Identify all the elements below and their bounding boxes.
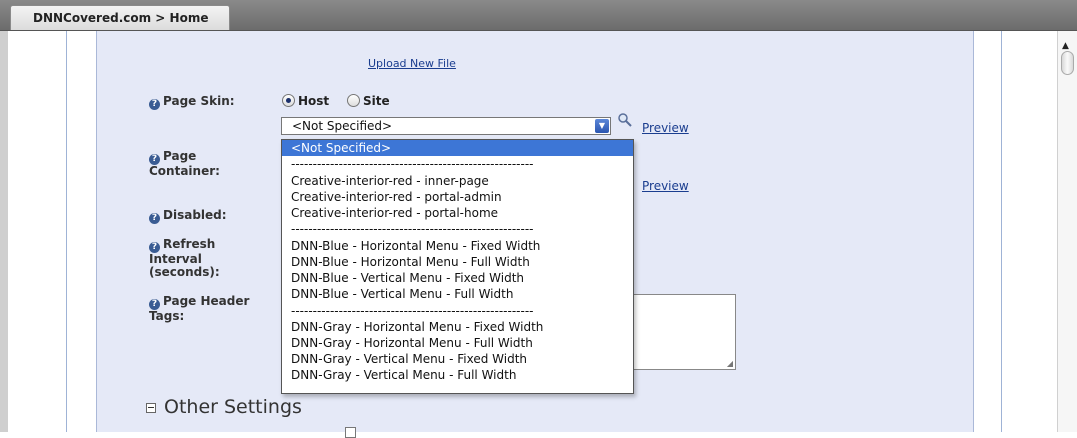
browser-tab[interactable]: DNNCovered.com > Home <box>10 5 230 30</box>
other-settings-title[interactable]: Other Settings <box>164 396 302 418</box>
page-skin-label: ? Page Skin: <box>149 95 235 110</box>
dropdown-option[interactable]: DNN-Gray - Vertical Menu - Fixed Width <box>282 351 633 367</box>
tab-title: DNNCovered.com > Home <box>33 11 209 25</box>
dropdown-option[interactable]: DNN-Blue - Horizontal Menu - Full Width <box>282 254 633 270</box>
collapse-toggle-icon[interactable] <box>146 403 156 413</box>
magnifier-icon[interactable] <box>617 112 633 128</box>
dropdown-separator: ----------------------------------------… <box>291 222 534 236</box>
host-radio-label: Host <box>298 94 330 108</box>
host-radio[interactable] <box>282 94 295 107</box>
dropdown-option[interactable]: DNN-Blue - Horizontal Menu - Fixed Width <box>282 238 633 254</box>
dropdown-option[interactable]: Creative-interior-red - portal-admin <box>282 189 633 205</box>
dropdown-option[interactable]: DNN-Gray - Horizontal Menu - Full Width <box>282 335 633 351</box>
dropdown-option[interactable]: DNN-Blue - Vertical Menu - Fixed Width <box>282 270 633 286</box>
window-left-edge <box>0 31 8 432</box>
vertical-scrollbar[interactable]: ▲ <box>1057 31 1077 432</box>
container-preview-link[interactable]: Preview <box>642 179 689 193</box>
page-skin-select-value: <Not Specified> <box>292 119 393 133</box>
secure-checkbox[interactable] <box>345 427 356 438</box>
dropdown-separator: ----------------------------------------… <box>291 304 534 318</box>
help-icon[interactable]: ? <box>149 99 160 110</box>
site-radio[interactable] <box>347 94 360 107</box>
dropdown-arrow-icon[interactable]: ▼ <box>595 119 609 133</box>
resize-grip-icon[interactable]: ◢ <box>727 359 733 368</box>
site-radio-label: Site <box>363 94 390 108</box>
dropdown-option[interactable]: DNN-Gray - Vertical Menu - Full Width <box>282 367 633 383</box>
page-skin-dropdown-list[interactable]: <Not Specified> -------------------------… <box>281 139 634 394</box>
help-icon[interactable]: ? <box>149 213 160 224</box>
dropdown-option[interactable]: Creative-interior-red - portal-home <box>282 205 633 221</box>
dropdown-option[interactable]: DNN-Gray - Horizontal Menu - Fixed Width <box>282 319 633 335</box>
scroll-thumb[interactable] <box>1061 51 1074 75</box>
browser-tab-bar: DNNCovered.com > Home <box>0 0 1077 31</box>
dropdown-option[interactable]: Creative-interior-red - inner-page <box>282 173 633 189</box>
dropdown-separator: ----------------------------------------… <box>291 157 534 171</box>
dropdown-option[interactable]: <Not Specified> <box>282 140 633 156</box>
refresh-interval-label: ? Refresh Interval (seconds): <box>149 237 220 279</box>
dropdown-option[interactable]: DNN-Blue - Vertical Menu - Full Width <box>282 286 633 302</box>
scroll-up-arrow-icon[interactable]: ▲ <box>1062 41 1069 51</box>
page-container-label: ? Page Container: <box>149 149 220 178</box>
page-header-tags-textarea[interactable]: ◢ <box>633 294 736 370</box>
page-skin-select[interactable]: <Not Specified> ▼ <box>281 117 611 135</box>
upload-new-file-link[interactable]: Upload New File <box>368 57 456 70</box>
page-header-tags-label: ? Page Header Tags: <box>149 294 250 323</box>
disabled-label: ? Disabled: <box>149 209 227 224</box>
skin-preview-link[interactable]: Preview <box>642 121 689 135</box>
